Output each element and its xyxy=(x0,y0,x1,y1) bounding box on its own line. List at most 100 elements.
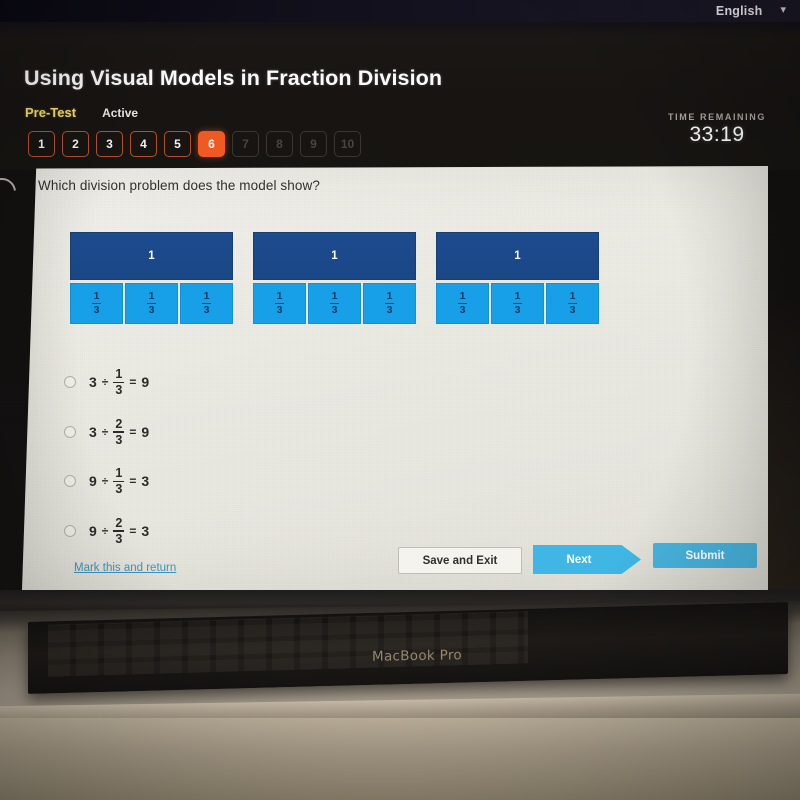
dividend: 9 xyxy=(89,523,97,540)
next-button[interactable]: Next xyxy=(533,545,641,574)
division-operator: ÷ xyxy=(101,474,109,489)
fraction-denominator: 3 xyxy=(459,304,466,317)
question-number-4[interactable]: 4 xyxy=(130,131,157,157)
fraction-denominator: 3 xyxy=(115,432,123,447)
divisor-fraction: 23 xyxy=(113,517,125,546)
fraction-denominator: 3 xyxy=(115,383,123,398)
question-prompt: Which division problem does the model sh… xyxy=(38,178,320,193)
radio-button-icon[interactable] xyxy=(64,525,76,538)
fraction-numerator: 1 xyxy=(115,466,123,481)
question-number-10: 10 xyxy=(334,131,361,157)
answer-option-3[interactable]: 9 ÷ 1 3 = 3 xyxy=(64,467,149,496)
thirds-row: 131313 xyxy=(436,283,599,324)
question-number-9: 9 xyxy=(300,131,327,157)
mark-this-and-return-link[interactable]: Mark this and return xyxy=(74,562,176,574)
quotient: 3 xyxy=(141,523,150,540)
answer-option-1[interactable]: 3 ÷ 1 3 = 9 xyxy=(64,368,149,397)
fraction-denominator: 3 xyxy=(569,304,576,317)
fraction-one-third: 13 xyxy=(513,291,522,315)
question-number-6[interactable]: 6 xyxy=(198,131,225,157)
assignment-status-label: Active xyxy=(102,106,139,120)
question-number-7: 7 xyxy=(232,131,259,157)
thirds-row: 131313 xyxy=(70,283,233,324)
model-group: 1131313 xyxy=(436,232,599,324)
timer: TIME REMAINING 33:19 xyxy=(652,112,782,147)
option-expression: 9 ÷ 2 3 = 3 xyxy=(89,517,149,546)
question-number-5[interactable]: 5 xyxy=(164,131,191,157)
fraction-one-third: 13 xyxy=(385,291,394,315)
whole-unit-bar: 1 xyxy=(70,232,233,280)
one-third-cell: 13 xyxy=(546,283,599,324)
fraction-one-third: 13 xyxy=(147,291,156,315)
equals-sign: = xyxy=(129,524,137,539)
fraction-model-diagram: 113131311313131131313 xyxy=(70,232,599,324)
fraction-denominator: 3 xyxy=(514,304,521,317)
fraction-numerator: 1 xyxy=(148,290,155,303)
question-pager: 1 2 3 4 5 6 7 8 9 10 xyxy=(28,131,361,157)
question-number-2[interactable]: 2 xyxy=(62,131,89,157)
thirds-row: 131313 xyxy=(253,283,416,324)
fraction-numerator: 1 xyxy=(386,290,393,303)
fraction-denominator: 3 xyxy=(203,304,210,317)
screenshot-root: English ▾ Using Visual Models in Fractio… xyxy=(0,0,800,800)
model-group: 1131313 xyxy=(70,232,233,324)
fraction-denominator: 3 xyxy=(331,304,338,317)
fraction-one-third: 13 xyxy=(275,291,284,315)
fraction-numerator: 1 xyxy=(276,290,283,303)
fraction-denominator: 3 xyxy=(276,304,283,317)
one-third-cell: 13 xyxy=(180,283,233,324)
fraction-one-third: 13 xyxy=(458,291,467,315)
language-bar: English ▾ xyxy=(0,0,800,22)
fraction-numerator: 1 xyxy=(115,367,123,381)
radio-button-icon[interactable] xyxy=(64,425,76,438)
submit-button[interactable]: Submit xyxy=(653,543,757,568)
division-operator: ÷ xyxy=(101,524,109,539)
fraction-denominator: 3 xyxy=(115,482,123,497)
quotient: 9 xyxy=(141,374,150,391)
save-and-exit-button[interactable]: Save and Exit xyxy=(398,547,522,574)
answer-option-2[interactable]: 3 ÷ 2 3 = 9 xyxy=(64,418,149,447)
one-third-cell: 13 xyxy=(363,283,416,324)
fraction-numerator: 1 xyxy=(93,290,100,303)
fraction-numerator: 1 xyxy=(203,290,210,303)
divisor-fraction: 23 xyxy=(113,418,125,447)
fraction-denominator: 3 xyxy=(148,304,155,317)
macbook-pro-logo: MacBook Pro xyxy=(372,647,462,665)
answer-option-4[interactable]: 9 ÷ 2 3 = 3 xyxy=(64,517,149,546)
timer-value: 33:19 xyxy=(689,123,745,146)
radio-button-icon[interactable] xyxy=(64,376,76,389)
fraction-numerator: 1 xyxy=(514,290,521,303)
fraction-one-third: 13 xyxy=(330,291,339,315)
answer-options-list: 3 ÷ 1 3 = 9 3 ÷ 2 3 = 9 9 ÷ 1 3 = 3 9 ÷ 2 3 = 3 xyxy=(64,368,149,545)
whole-unit-bar: 1 xyxy=(253,232,416,280)
one-third-cell: 13 xyxy=(308,283,361,324)
radio-button-icon[interactable] xyxy=(64,475,76,488)
question-number-1[interactable]: 1 xyxy=(28,131,55,157)
equals-sign: = xyxy=(129,474,137,489)
equals-sign: = xyxy=(129,424,137,439)
quotient: 9 xyxy=(141,423,150,440)
divisor-fraction: 13 xyxy=(113,367,125,398)
question-number-3[interactable]: 3 xyxy=(96,131,123,157)
option-expression: 9 ÷ 1 3 = 3 xyxy=(89,467,149,496)
fraction-denominator: 3 xyxy=(93,304,100,317)
fraction-numerator: 1 xyxy=(459,290,466,303)
one-third-cell: 13 xyxy=(491,283,544,324)
fraction-denominator: 3 xyxy=(115,531,123,546)
whole-unit-bar: 1 xyxy=(436,232,599,280)
quotient: 3 xyxy=(141,473,150,490)
assignment-meta: Pre-Test Active xyxy=(25,105,138,120)
fraction-one-third: 13 xyxy=(202,291,211,315)
model-group: 1131313 xyxy=(253,232,416,324)
fraction-numerator: 1 xyxy=(569,290,576,303)
timer-label: TIME REMAINING xyxy=(668,112,766,122)
option-expression: 3 ÷ 1 3 = 9 xyxy=(89,368,149,397)
division-operator: ÷ xyxy=(101,375,109,390)
one-third-cell: 13 xyxy=(125,283,178,324)
assignment-type-label: Pre-Test xyxy=(25,105,77,120)
fraction-one-third: 13 xyxy=(568,291,577,315)
chevron-down-icon[interactable]: ▾ xyxy=(780,4,786,16)
language-selector-label[interactable]: English xyxy=(716,4,763,18)
one-third-cell: 13 xyxy=(436,283,489,324)
dividend: 9 xyxy=(89,473,97,490)
